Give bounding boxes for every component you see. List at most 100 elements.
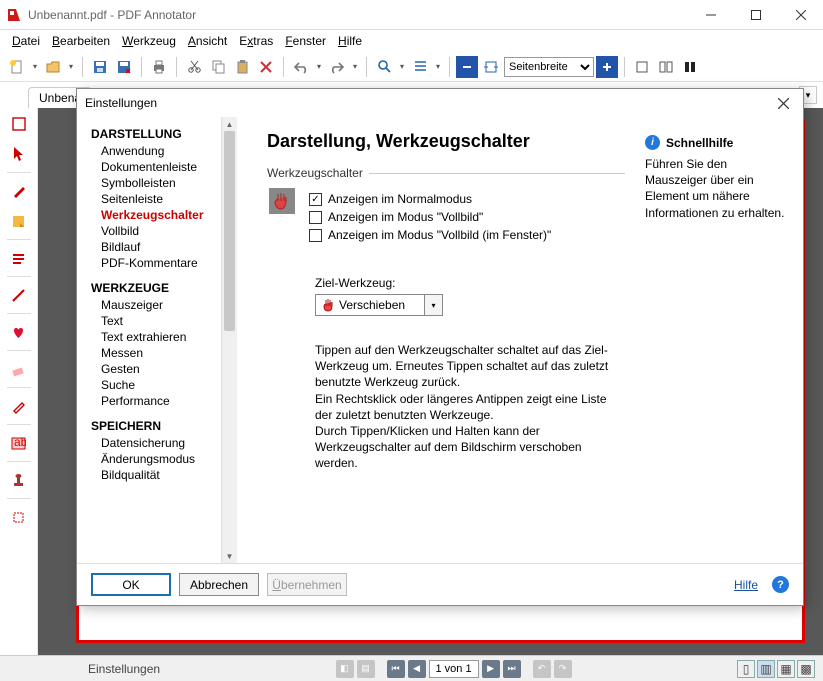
nav-item-bildqualit-t[interactable]: Bildqualität [91,467,235,483]
print-icon[interactable] [148,56,170,78]
pen-icon[interactable] [7,179,31,203]
help-link[interactable]: Hilfe [734,578,758,592]
menu-bearbeiten[interactable]: Bearbeiten [48,32,114,50]
menu-fenster[interactable]: Fenster [281,32,330,50]
checkbox-icon[interactable]: ✓ [309,193,322,206]
highlight-icon[interactable] [7,246,31,270]
nav-item-text-extrahieren[interactable]: Text extrahieren [91,329,235,345]
note-icon[interactable] [7,209,31,233]
menu-hilfe[interactable]: Hilfe [334,32,366,50]
prev-page-button[interactable]: ◀ [408,660,426,678]
view-cont-icon[interactable]: ▥ [757,660,775,678]
nav-item-gesten[interactable]: Gesten [91,361,235,377]
nav-item-anwendung[interactable]: Anwendung [91,143,235,159]
nav-item-performance[interactable]: Performance [91,393,235,409]
copy-icon[interactable] [207,56,229,78]
menu-datei[interactable]: Datei [8,32,44,50]
fit-width-icon[interactable] [480,56,502,78]
checkbox-icon[interactable] [309,229,322,242]
checkbox-row-0[interactable]: ✓Anzeigen im Normalmodus [309,192,625,206]
menu-werkzeug[interactable]: Werkzeug [118,32,180,50]
apply-button[interactable]: Übernehmen [267,573,347,596]
zoom-out-icon[interactable] [456,56,478,78]
redo-icon[interactable] [326,56,348,78]
list-icon[interactable] [409,56,431,78]
menu-extras[interactable]: Extras [235,32,277,50]
stamp-icon[interactable] [7,468,31,492]
thumb-2-icon[interactable]: ▤ [357,660,375,678]
checkbox-row-2[interactable]: Anzeigen im Modus "Vollbild (im Fenster)… [309,228,625,242]
nav-item-mauszeiger[interactable]: Mauszeiger [91,297,235,313]
next-page-button[interactable]: ▶ [482,660,500,678]
new-dropdown[interactable]: ▾ [30,62,40,71]
nav-fwd-button[interactable]: ↷ [554,660,572,678]
edit-icon[interactable] [7,394,31,418]
help-icon[interactable]: ? [772,576,789,593]
text-box-icon[interactable]: ab [7,431,31,455]
menu-ansicht[interactable]: Ansicht [184,32,231,50]
undo-dropdown[interactable]: ▾ [314,62,324,71]
settings-nav: DARSTELLUNG AnwendungDokumentenleisteSymb… [77,117,237,563]
last-page-button[interactable]: ⏭ [503,660,521,678]
nav-scrollbar[interactable]: ▲ ▼ [221,117,237,563]
heart-icon[interactable] [7,320,31,344]
cursor-icon[interactable] [7,142,31,166]
nav-item-seitenleiste[interactable]: Seitenleiste [91,191,235,207]
close-button[interactable] [778,0,823,29]
save-icon[interactable] [89,56,111,78]
target-tool-select[interactable]: Verschieben [315,294,425,316]
search-dropdown[interactable]: ▾ [397,62,407,71]
dialog-titlebar[interactable]: Einstellungen [77,89,803,117]
open-dropdown[interactable]: ▾ [66,62,76,71]
zoom-select[interactable]: Seitenbreite [504,57,594,77]
checkbox-row-1[interactable]: Anzeigen im Modus "Vollbild" [309,210,625,224]
nav-header: DARSTELLUNG [91,127,235,141]
nav-item-werkzeugschalter[interactable]: Werkzeugschalter [91,207,235,223]
nav-item-datensicherung[interactable]: Datensicherung [91,435,235,451]
layout-2-icon[interactable] [655,56,677,78]
nav-item-pdf-kommentare[interactable]: PDF-Kommentare [91,255,235,271]
layout-3-icon[interactable] [679,56,701,78]
open-icon[interactable] [42,56,64,78]
maximize-button[interactable] [733,0,778,29]
page-input[interactable] [429,660,479,678]
checkbox-icon[interactable] [309,211,322,224]
redo-dropdown[interactable]: ▾ [350,62,360,71]
line-icon[interactable] [7,283,31,307]
view-grid-icon[interactable]: ▩ [797,660,815,678]
save-as-icon[interactable] [113,56,135,78]
first-page-button[interactable]: ⏮ [387,660,405,678]
view-single-icon[interactable]: ▯ [737,660,755,678]
ok-button[interactable]: OK [91,573,171,596]
nav-item-messen[interactable]: Messen [91,345,235,361]
cancel-button[interactable]: Abbrechen [179,573,259,596]
nav-item-suche[interactable]: Suche [91,377,235,393]
scroll-down-icon[interactable]: ▼ [222,549,237,563]
undo-icon[interactable] [290,56,312,78]
list-dropdown[interactable]: ▾ [433,62,443,71]
dialog-close-button[interactable] [771,91,795,115]
eraser-icon[interactable] [7,357,31,381]
target-tool-dropdown[interactable]: ▾ [425,294,443,316]
nav-item-text[interactable]: Text [91,313,235,329]
select-box-icon[interactable] [7,112,31,136]
crop-icon[interactable] [7,505,31,529]
view-two-icon[interactable]: ▦ [777,660,795,678]
nav-item-bildlauf[interactable]: Bildlauf [91,239,235,255]
nav-item-vollbild[interactable]: Vollbild [91,223,235,239]
paste-icon[interactable] [231,56,253,78]
layout-1-icon[interactable] [631,56,653,78]
scroll-thumb[interactable] [224,131,235,331]
zoom-in-icon[interactable] [596,56,618,78]
minimize-button[interactable] [688,0,733,29]
cut-icon[interactable] [183,56,205,78]
nav-item-dokumentenleiste[interactable]: Dokumentenleiste [91,159,235,175]
delete-icon[interactable] [255,56,277,78]
new-icon[interactable] [6,56,28,78]
nav-item-symbolleisten[interactable]: Symbolleisten [91,175,235,191]
nav-back-button[interactable]: ↶ [533,660,551,678]
scroll-up-icon[interactable]: ▲ [222,117,237,131]
nav-item--nderungsmodus[interactable]: Änderungsmodus [91,451,235,467]
thumb-1-icon[interactable]: ◧ [336,660,354,678]
search-icon[interactable] [373,56,395,78]
